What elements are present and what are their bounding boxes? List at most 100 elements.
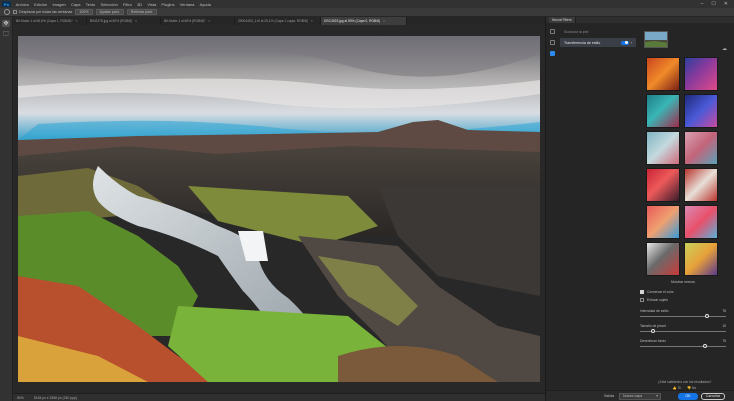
document-tab[interactable]: BIN2378.jpg al 50% (RGB/8) × [87,17,161,25]
preview-image [645,32,667,47]
tab-label: BIN2378.jpg al 50% (RGB/8) [90,19,133,23]
style-swatch[interactable] [646,57,680,91]
filter-options: Conservar el color Enfocar sujeto Intens… [640,288,726,349]
menu-imagen[interactable]: Imagen [50,2,69,7]
menu-vista[interactable]: Vista [145,2,159,7]
show-less-link[interactable]: Mostrar menos [646,280,720,284]
filter-item-skin-smoothing[interactable]: Suavizar la piel [560,27,636,36]
all-filters-icon[interactable] [550,29,555,34]
menu-ventana[interactable]: Ventana [177,2,197,7]
document-tab-active[interactable]: DSC4923.jpg al 50% (Capa 0, RGB/8) × [321,17,407,25]
menu-seleccion[interactable]: Selección [98,2,121,7]
document-tab[interactable]: 20004453_1.tif al 25,1% (Capa 1 copia, R… [235,17,321,25]
output-value: Nueva capa [623,394,643,398]
slider-blur-background[interactable] [640,344,726,349]
menu-edicion[interactable]: Edición [32,2,50,7]
style-swatch[interactable] [646,131,680,165]
panel-side-tools [550,29,557,56]
document-tab[interactable]: Bit-Mode-1 al 66% (RGB/8)* × [161,17,235,25]
marquee-tool-icon[interactable]: ⬚ [2,30,10,37]
canvas-area [13,25,545,393]
slider-label: Intensidad de estilo [640,309,669,313]
panel-footer: Salida Nueva capa ▾ OK Cancelar [546,390,734,401]
style-swatch[interactable] [646,168,680,202]
menu-capa[interactable]: Capa [68,2,83,7]
style-swatch[interactable] [684,94,718,128]
options-bar: Desplazar por todas las ventanas 100% Aj… [0,8,734,17]
checkbox-checked-icon[interactable] [640,290,644,294]
style-swatch[interactable] [684,205,718,239]
move-tool-icon[interactable]: ✥ [2,20,10,27]
style-swatch[interactable] [684,242,718,276]
document-tab[interactable]: Bit-Mode-1 al 66,6% (Capa 1, RGB/8)* × [13,17,87,25]
feedback-section: ¿Está satisfecho con los resultados? 👍 S… [642,380,727,390]
filter-item-style-transfer[interactable]: Transferencia de estilo › [560,38,636,47]
menu-3d[interactable]: 3D [134,2,144,7]
minimize-icon[interactable]: – [701,1,704,7]
style-swatch[interactable] [646,242,680,276]
option-label: Enfocar sujeto [647,298,669,302]
style-preview-thumbnail[interactable] [644,31,668,48]
fill-screen-button[interactable]: Rellenar pant. [126,9,158,15]
zoom-100-button[interactable]: 100% [75,9,93,15]
slider-brush-size[interactable] [640,329,726,334]
menu-plugins[interactable]: Plugins [159,2,177,7]
active-filters-icon[interactable] [550,51,555,56]
output-label: Salida [604,394,614,398]
option-focus-subject[interactable]: Enfocar sujeto [640,296,726,304]
menu-filtro[interactable]: Filtro [120,2,134,7]
slider-value: 15 [722,324,726,328]
slider-value: 75 [722,339,726,343]
ok-button[interactable]: OK [678,392,698,400]
close-tab-icon[interactable]: × [383,19,385,23]
style-swatch[interactable] [646,205,680,239]
status-doc-size: 5184 px x 3456 px (240 ppp) [33,395,77,400]
filter-list: Suavizar la piel Transferencia de estilo… [560,27,636,47]
menu-texto[interactable]: Texto [83,2,98,7]
output-select[interactable]: Nueva capa ▾ [619,392,661,400]
menu-archivo[interactable]: Archivo [13,2,32,7]
scroll-all-label: Desplazar por todas las ventanas [19,10,73,14]
hand-tool-icon[interactable] [4,9,10,15]
tab-label: Bit-Mode-1 al 66,6% (Capa 1, RGB/8)* [16,19,73,23]
close-tab-icon[interactable]: × [311,19,313,23]
scroll-all-checkbox[interactable]: Desplazar por todas las ventanas [13,10,72,14]
style-swatch[interactable] [646,94,680,128]
photoshop-logo: Ps [2,1,11,7]
cloud-icon[interactable]: ☁ [722,46,727,52]
slider-knob[interactable] [702,344,707,348]
menu-ayuda[interactable]: Ayuda [197,2,213,7]
menu-bar: Ps Archivo Edición Imagen Capa Texto Sel… [0,0,734,8]
tools-panel: ✥ ⬚ [0,17,13,401]
close-tab-icon[interactable]: × [135,19,137,23]
style-swatch[interactable] [684,168,718,202]
fit-screen-button[interactable]: Ajustar pant. [95,9,124,15]
filter-label: Suavizar la piel [564,29,589,34]
slider-track-line [640,346,726,347]
panel-title[interactable]: Neural Filters [549,17,576,23]
option-preserve-color[interactable]: Conservar el color [640,288,726,296]
checkbox-icon [13,10,17,14]
style-swatch[interactable] [684,131,718,165]
layers-icon[interactable] [550,40,555,45]
maximize-icon[interactable]: ☐ [711,1,715,7]
slider-knob[interactable] [705,314,710,318]
close-tab-icon[interactable]: × [76,19,78,23]
close-tab-icon[interactable]: × [208,19,210,23]
slider-style-strength[interactable] [640,314,726,319]
tab-label: DSC4923.jpg al 50% (Capa 0, RGB/8) [324,19,381,23]
tab-label: Bit-Mode-1 al 66% (RGB/8)* [164,19,206,23]
style-swatch[interactable] [684,57,718,91]
slider-label: Tamaño de pincel [640,324,666,328]
chevron-right-icon[interactable]: › [631,40,632,45]
photoshop-window: Ps Archivo Edición Imagen Capa Texto Sel… [0,0,734,401]
slider-track-line [640,316,726,317]
filter-toggle[interactable] [620,40,629,45]
status-zoom[interactable]: 50% [17,396,24,400]
cancel-button[interactable]: Cancelar [701,392,725,400]
document-canvas[interactable] [18,36,540,382]
slider-knob[interactable] [650,329,655,333]
checkbox-icon[interactable] [640,298,644,302]
close-icon[interactable]: ✕ [724,1,728,7]
panel-header: Neural Filters [546,17,734,23]
